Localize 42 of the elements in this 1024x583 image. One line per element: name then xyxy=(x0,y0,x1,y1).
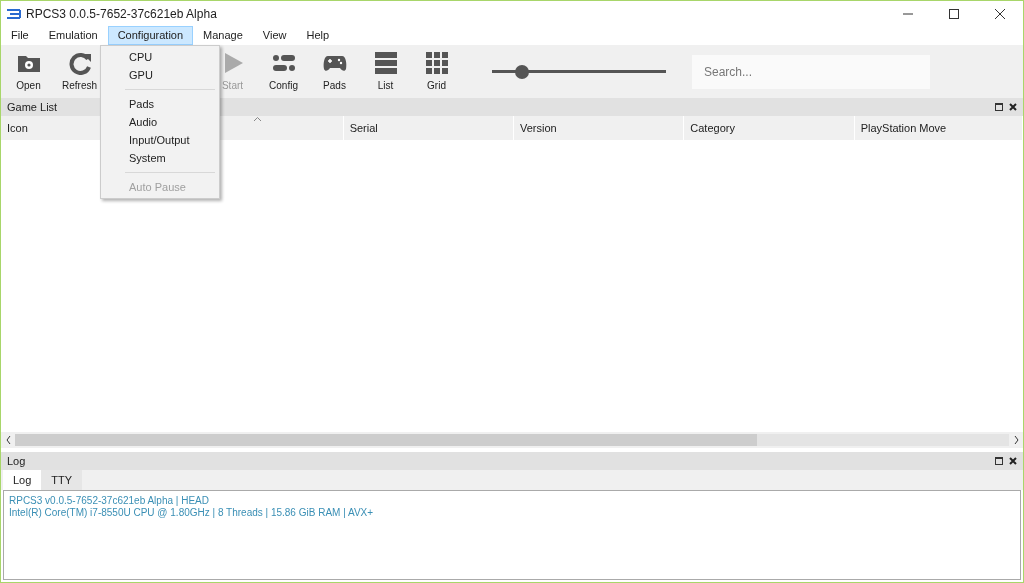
close-icon xyxy=(1009,457,1017,465)
menu-item[interactable]: View xyxy=(252,26,297,45)
slider-thumb[interactable] xyxy=(514,64,529,79)
chevron-left-icon xyxy=(5,436,11,444)
menu-item[interactable]: Manage xyxy=(193,26,253,45)
column-header[interactable]: Category xyxy=(684,116,854,140)
list-icon xyxy=(372,50,399,75)
maximize-icon xyxy=(949,8,959,19)
log-line: RPCS3 v0.0.5-7652-37c621eb Alpha | HEAD xyxy=(9,495,210,507)
toolbar-button[interactable]: Open xyxy=(3,46,54,97)
panel-title: Game List xyxy=(7,99,58,115)
grid-icon xyxy=(423,50,450,75)
toolbar-button[interactable]: Pads xyxy=(309,46,360,97)
column-header[interactable]: PlayStation Move xyxy=(854,116,1022,140)
sort-caret-icon xyxy=(254,117,262,121)
menu-item[interactable]: File xyxy=(1,26,39,45)
close-icon xyxy=(1009,103,1017,111)
tab[interactable]: TTY xyxy=(41,470,83,490)
menu-item[interactable]: Help xyxy=(296,26,340,45)
menu-item[interactable]: Configuration xyxy=(107,26,194,45)
toolbar-button[interactable]: Grid xyxy=(411,46,462,97)
chevron-right-icon xyxy=(1013,436,1019,444)
toolbar-button[interactable]: List xyxy=(360,46,411,97)
close-panel-button[interactable] xyxy=(1009,457,1017,465)
window-title: RPCS3 0.0.5-7652-37c621eb Alpha xyxy=(26,5,217,23)
menu-option[interactable]: Pads xyxy=(101,95,219,113)
toolbar-button[interactable]: Config xyxy=(258,46,309,97)
search-field[interactable]: Search... xyxy=(692,54,930,89)
zoom-slider[interactable] xyxy=(492,64,666,79)
column-header[interactable]: Serial xyxy=(343,116,513,140)
log-line: Intel(R) Core(TM) i7-8550U CPU @ 1.80GHz | 8 Threads | 15.86 GiB RAM | AVX+ xyxy=(9,507,375,519)
scrollbar-thumb[interactable] xyxy=(15,434,757,446)
app-logo-icon xyxy=(7,8,22,19)
float-button[interactable] xyxy=(995,103,1003,111)
column-header[interactable]: Version xyxy=(514,116,684,140)
menu-option[interactable]: System xyxy=(101,149,219,167)
panel-title: Log xyxy=(7,453,26,469)
close-icon xyxy=(995,8,1005,19)
tab[interactable]: Log xyxy=(3,470,42,490)
close-panel-button[interactable] xyxy=(1009,103,1017,111)
menu-item[interactable]: Emulation xyxy=(38,26,108,45)
float-button[interactable] xyxy=(995,457,1003,465)
